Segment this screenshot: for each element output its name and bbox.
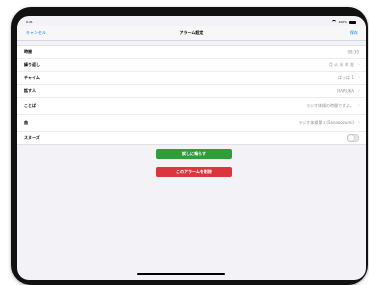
battery-percent: 100% bbox=[338, 20, 347, 24]
row-label: スヌーズ bbox=[24, 135, 40, 140]
navigation-bar: キャンセル アラーム設定 保存 bbox=[17, 26, 366, 41]
row-label: チャイム bbox=[24, 75, 40, 80]
row-label: 時間 bbox=[24, 49, 32, 54]
page-title: アラーム設定 bbox=[179, 30, 204, 35]
row-speaker[interactable]: 話す人 HARUKA › bbox=[17, 85, 366, 98]
words-value: ラジオ体操の時間ですよ。 bbox=[306, 103, 354, 108]
home-indicator bbox=[137, 273, 225, 275]
speaker-value: HARUKA bbox=[337, 88, 354, 94]
row-label: 曲 bbox=[24, 120, 28, 125]
row-words[interactable]: ことば ラジオ体操の時間ですよ。 › bbox=[17, 98, 366, 115]
row-repeat[interactable]: 繰り返し 月 火 水 木 金 › bbox=[17, 59, 366, 72]
toggle-knob bbox=[348, 135, 354, 141]
screen: 9:41 100% キャンセル アラーム設定 保存 時間 08:30 繰り返し … bbox=[17, 16, 366, 280]
chevron-right-icon: › bbox=[358, 120, 360, 126]
row-label: ことば bbox=[24, 103, 36, 108]
row-snooze: スヌーズ bbox=[17, 132, 366, 144]
test-alarm-button[interactable]: 試しに鳴らす bbox=[156, 149, 232, 159]
status-time: 9:41 bbox=[26, 20, 33, 24]
battery-icon bbox=[349, 20, 356, 24]
save-button[interactable]: 保存 bbox=[350, 30, 358, 36]
stage: 9:41 100% キャンセル アラーム設定 保存 時間 08:30 繰り返し … bbox=[0, 0, 369, 285]
row-chime[interactable]: チャイム ぱっぱ 1 › bbox=[17, 72, 366, 85]
repeat-value: 月 火 水 木 金 bbox=[328, 62, 354, 67]
chevron-right-icon: › bbox=[358, 75, 360, 81]
chime-value: ぱっぱ 1 bbox=[338, 75, 354, 80]
status-bar: 9:41 100% bbox=[17, 16, 366, 26]
song-value: ラジオ体操第１(Senaoozumi) bbox=[298, 120, 354, 125]
settings-list: 時間 08:30 繰り返し 月 火 水 木 金 › チャイム ぱっぱ 1 › 話… bbox=[17, 45, 366, 145]
row-time[interactable]: 時間 08:30 bbox=[17, 46, 366, 59]
status-right: 100% bbox=[332, 20, 356, 24]
time-value: 08:30 bbox=[347, 49, 359, 55]
chevron-right-icon: › bbox=[358, 103, 360, 109]
row-song[interactable]: 曲 ラジオ体操第１(Senaoozumi) › bbox=[17, 115, 366, 132]
delete-alarm-button[interactable]: このアラームを削除 bbox=[156, 167, 232, 177]
chevron-right-icon: › bbox=[358, 62, 360, 68]
row-label: 話す人 bbox=[24, 88, 36, 93]
wifi-icon bbox=[332, 20, 337, 24]
chevron-right-icon: › bbox=[358, 88, 360, 94]
row-label: 繰り返し bbox=[24, 62, 40, 67]
snooze-toggle[interactable] bbox=[347, 134, 359, 142]
